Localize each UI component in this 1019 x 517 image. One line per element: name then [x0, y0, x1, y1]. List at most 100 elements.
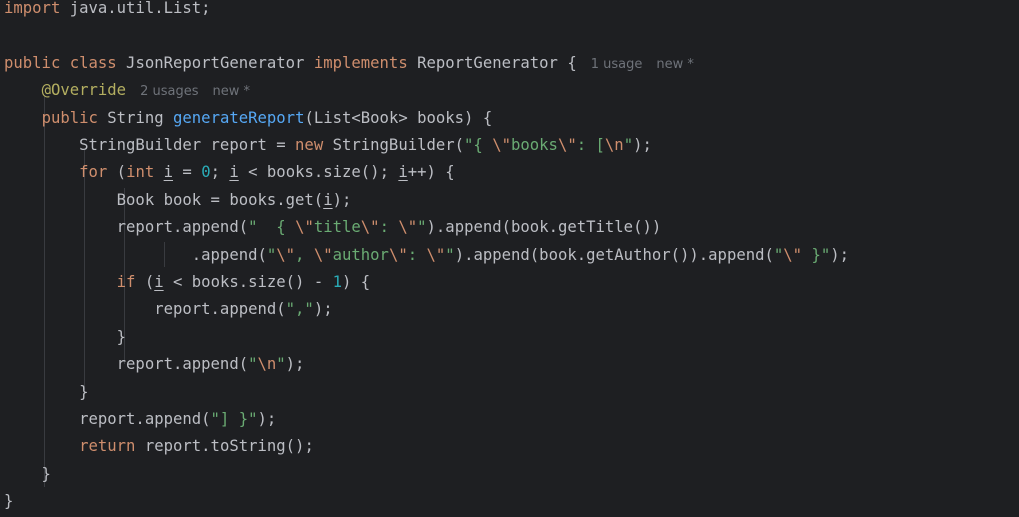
- code-line[interactable]: import java.util.List;: [4, 0, 211, 22]
- code-token: report.append(: [4, 300, 286, 319]
- code-token: < books.size() -: [163, 273, 333, 291]
- code-token: : [: [576, 136, 605, 154]
- code-line[interactable]: }: [4, 324, 126, 351]
- code-line[interactable]: Book book = books.get(i);: [4, 187, 352, 214]
- code-token: ).append(book.getAuthor()).append(: [454, 245, 774, 264]
- code-token: ,: [295, 245, 314, 264]
- code-line[interactable]: }: [4, 488, 13, 515]
- code-token: " {: [248, 218, 296, 237]
- code-token: return: [79, 437, 136, 456]
- code-token: if: [116, 273, 136, 291]
- code-token: (: [107, 163, 127, 182]
- code-token: ": [623, 136, 634, 154]
- code-token: i: [229, 163, 239, 182]
- code-editor[interactable]: import java.util.List; public class JsonR…: [0, 0, 1019, 517]
- code-token: Book book = books.get(: [4, 190, 324, 209]
- code-token: int: [126, 163, 155, 182]
- code-token: .append(: [4, 245, 267, 264]
- code-token: import: [4, 0, 61, 17]
- code-line[interactable]: return report.toString();: [4, 433, 314, 460]
- code-token: );: [257, 410, 277, 428]
- code-token: JsonReportGenerator: [116, 53, 314, 72]
- code-line[interactable]: public class JsonReportGenerator impleme…: [4, 50, 694, 77]
- code-token: (List<Book> books) {: [304, 108, 493, 127]
- code-token: \": [388, 245, 408, 264]
- code-token: new: [295, 136, 324, 154]
- code-token: ": [445, 245, 455, 264]
- code-token: \": [360, 218, 380, 237]
- code-token: 1: [332, 273, 343, 291]
- code-token: i: [154, 273, 164, 291]
- code-token: }: [4, 327, 127, 346]
- code-token: }: [4, 382, 89, 401]
- inlay-hint[interactable]: 1 usage: [591, 57, 643, 72]
- code-token: ",": [285, 300, 314, 319]
- code-token: =: [173, 163, 202, 182]
- code-token: @Override: [41, 81, 127, 100]
- code-token: generateReport: [173, 108, 305, 127]
- code-line[interactable]: report.append("] }");: [4, 406, 276, 433]
- code-token: );: [830, 245, 850, 264]
- code-token: \": [557, 136, 577, 154]
- code-token: ) {: [342, 273, 371, 291]
- code-token: ;: [210, 163, 230, 182]
- code-token: :: [379, 218, 399, 237]
- code-token: < books.size();: [238, 163, 399, 182]
- code-token: ": [276, 355, 286, 374]
- code-token: ": [773, 245, 784, 264]
- code-line[interactable]: }: [4, 461, 51, 488]
- code-token: \": [295, 218, 314, 237]
- code-line[interactable]: }: [4, 379, 89, 406]
- code-line[interactable]: for (int i = 0; i < books.size(); i++) {: [4, 159, 455, 186]
- inlay-hint[interactable]: new *: [656, 57, 694, 72]
- code-token: String: [97, 108, 174, 127]
- code-token: (: [135, 273, 155, 291]
- code-token: public class: [4, 53, 117, 72]
- code-line[interactable]: if (i < books.size() - 1) {: [4, 269, 371, 296]
- code-token: "] }": [210, 410, 258, 428]
- code-token: ": [417, 218, 427, 237]
- code-token: i: [398, 163, 408, 182]
- code-token: }: [4, 492, 14, 511]
- code-token: i: [323, 190, 333, 209]
- code-token: \": [426, 245, 446, 264]
- inlay-hint[interactable]: 2 usages: [140, 84, 198, 99]
- inlay-hint[interactable]: new *: [212, 84, 250, 99]
- code-token: }": [802, 245, 831, 264]
- code-token: );: [285, 355, 305, 374]
- code-token: \": [398, 218, 418, 237]
- code-token: java.util.List;: [60, 0, 211, 17]
- code-token: report.append(: [4, 218, 249, 237]
- code-token: ": [266, 245, 277, 264]
- code-token: \n: [257, 355, 277, 374]
- code-token: implements: [313, 53, 408, 72]
- code-token: for: [79, 163, 108, 182]
- code-token: );: [313, 300, 333, 319]
- code-token: }: [4, 464, 51, 483]
- code-token: ).append(book.getTitle()): [426, 218, 662, 237]
- code-token: );: [332, 190, 352, 209]
- code-token: author: [332, 245, 389, 264]
- code-token: \": [492, 136, 511, 154]
- code-token: ReportGenerator {: [407, 53, 577, 72]
- code-token: StringBuilder(: [323, 136, 465, 154]
- code-line[interactable]: .append("\", \"author\": \"").append(boo…: [4, 242, 849, 269]
- code-token: public: [41, 108, 98, 127]
- code-token: ": [248, 355, 258, 374]
- code-token: \": [276, 245, 296, 264]
- code-token: \": [783, 245, 803, 264]
- code-line[interactable]: StringBuilder report = new StringBuilder…: [4, 132, 652, 159]
- code-line[interactable]: report.append("\n");: [4, 351, 305, 378]
- code-token: \n: [604, 136, 624, 154]
- code-token: report.append(: [4, 410, 211, 428]
- code-token: books: [511, 136, 558, 154]
- code-line[interactable]: report.append(",");: [4, 296, 333, 323]
- code-line[interactable]: @Override 2 usages new *: [4, 77, 250, 104]
- code-line[interactable]: report.append(" { \"title\": \"").append…: [4, 214, 662, 241]
- code-line[interactable]: public String generateReport(List<Book> …: [4, 105, 493, 132]
- code-token: :: [407, 245, 427, 264]
